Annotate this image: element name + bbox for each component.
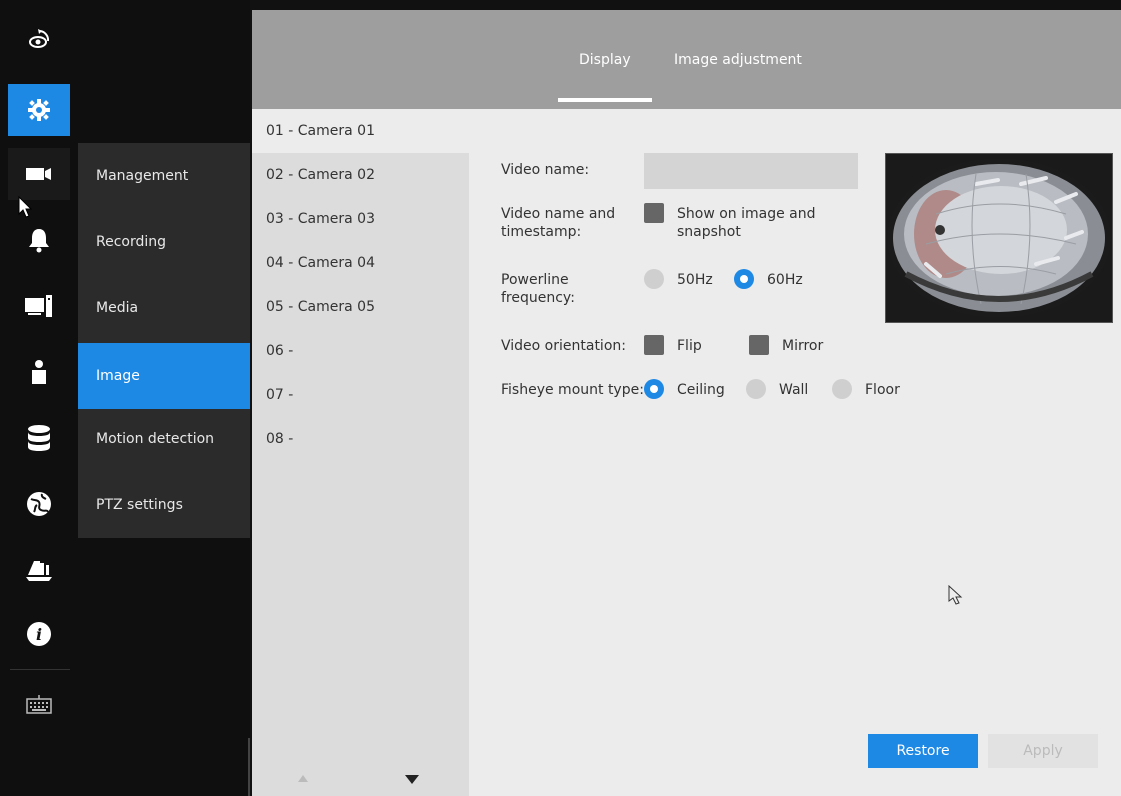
powerline-label-line1: Powerline <box>501 272 569 288</box>
camera-list-item[interactable]: 07 - <box>266 387 293 403</box>
person-icon[interactable] <box>8 346 70 398</box>
name-timestamp-label-line2: timestamp: <box>501 224 582 240</box>
fisheye-floor-radio[interactable] <box>832 379 852 399</box>
computer-icon[interactable] <box>8 280 70 332</box>
name-timestamp-label-line1: Video name and <box>501 206 616 222</box>
powerline-label: Powerline frequency: <box>501 271 575 307</box>
submenu-item-label: Media <box>96 300 139 316</box>
submenu-item-label: Image <box>96 368 140 384</box>
tab-label: Image adjustment <box>674 51 802 68</box>
camera-list-item[interactable]: 08 - <box>266 431 293 447</box>
keyboard-icon[interactable] <box>8 678 70 730</box>
handshake-icon[interactable] <box>8 544 70 596</box>
camera-selected-row <box>252 109 1121 153</box>
mouse-pointer-icon <box>18 195 33 222</box>
powerline-50hz-radio[interactable] <box>644 269 664 289</box>
scroll-up-icon[interactable] <box>298 770 308 786</box>
flip-checkbox[interactable] <box>644 335 664 355</box>
info-icon[interactable]: i <box>8 608 70 660</box>
camera-icon[interactable] <box>8 148 70 200</box>
submenu-item-management[interactable]: Management <box>78 143 250 209</box>
flip-label: Flip <box>677 338 702 354</box>
submenu-item-ptz-settings[interactable]: PTZ settings <box>78 472 250 538</box>
tab-image-adjustment[interactable]: Image adjustment <box>674 10 802 109</box>
show-on-image-label-line2: snapshot <box>677 224 741 240</box>
camera-list-item[interactable]: 05 - Camera 05 <box>266 299 375 315</box>
powerline-label-line2: frequency: <box>501 290 575 306</box>
camera-list-item[interactable]: 06 - <box>266 343 293 359</box>
database-icon[interactable] <box>8 412 70 464</box>
fisheye-preview <box>885 153 1113 323</box>
submenu-divider <box>248 738 250 796</box>
apply-button[interactable]: Apply <box>988 734 1098 768</box>
name-timestamp-label: Video name and timestamp: <box>501 205 615 241</box>
submenu-item-label: Recording <box>96 234 167 250</box>
fisheye-preview-image <box>886 154 1112 322</box>
mirror-checkbox[interactable] <box>749 335 769 355</box>
live-view-icon[interactable] <box>8 14 70 66</box>
fisheye-wall-radio[interactable] <box>746 379 766 399</box>
submenu-item-media[interactable]: Media <box>78 275 250 341</box>
video-name-label: Video name: <box>501 162 590 178</box>
tab-label: Display <box>579 51 631 68</box>
submenu-item-image[interactable]: Image <box>78 343 250 409</box>
fisheye-ceiling-label: Ceiling <box>677 382 725 398</box>
mirror-label: Mirror <box>782 338 824 354</box>
tab-display[interactable]: Display <box>579 10 631 109</box>
camera-list-item[interactable]: 04 - Camera 04 <box>266 255 375 271</box>
video-name-input[interactable] <box>644 153 858 189</box>
mouse-pointer-outline-icon <box>948 584 964 609</box>
rail-divider <box>10 669 70 670</box>
submenu-item-label: PTZ settings <box>96 497 183 513</box>
active-tab-indicator <box>558 98 652 102</box>
show-on-image-label: Show on image and snapshot <box>677 205 816 241</box>
powerline-60hz-label: 60Hz <box>767 272 803 288</box>
camera-list-item[interactable]: 03 - Camera 03 <box>266 211 375 227</box>
submenu-item-label: Management <box>96 168 189 184</box>
powerline-50hz-label: 50Hz <box>677 272 713 288</box>
show-on-image-checkbox[interactable] <box>644 203 664 223</box>
fisheye-ceiling-radio[interactable] <box>644 379 664 399</box>
show-on-image-label-line1: Show on image and <box>677 206 816 222</box>
globe-icon[interactable] <box>8 478 70 530</box>
submenu-item-label: Motion detection <box>96 431 215 447</box>
powerline-60hz-radio[interactable] <box>734 269 754 289</box>
fisheye-mount-label: Fisheye mount type: <box>501 382 644 398</box>
settings-gear-icon[interactable] <box>8 84 70 136</box>
orientation-label: Video orientation: <box>501 338 626 354</box>
fisheye-floor-label: Floor <box>865 382 900 398</box>
scroll-down-icon[interactable] <box>405 772 419 788</box>
camera-list-item[interactable]: 02 - Camera 02 <box>266 167 375 183</box>
submenu-item-recording[interactable]: Recording <box>78 209 250 275</box>
svg-text:i: i <box>36 625 42 644</box>
camera-list-item[interactable]: 01 - Camera 01 <box>266 123 375 139</box>
restore-button[interactable]: Restore <box>868 734 978 768</box>
submenu-item-motion-detection[interactable]: Motion detection <box>78 406 250 472</box>
fisheye-wall-label: Wall <box>779 382 809 398</box>
